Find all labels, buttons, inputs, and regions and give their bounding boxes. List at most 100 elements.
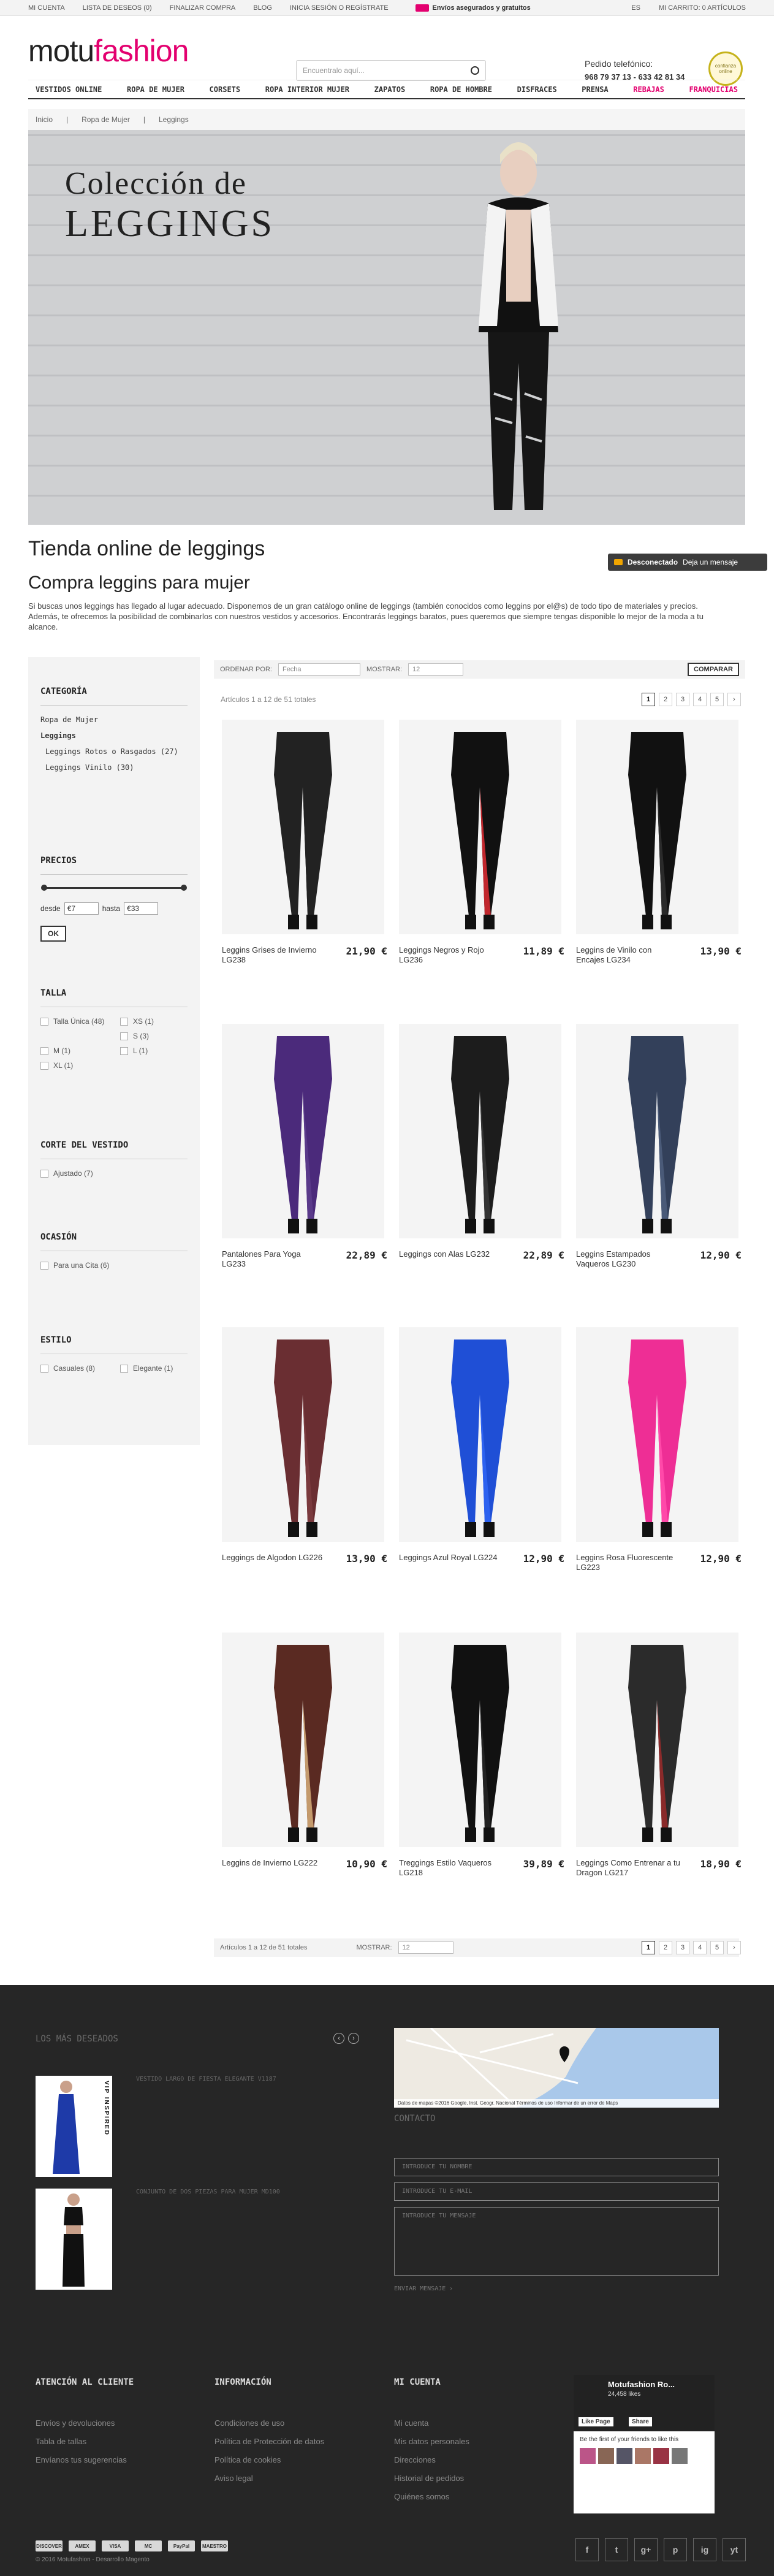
size-option[interactable]: XS (1) — [120, 1017, 188, 1026]
price-slider[interactable] — [41, 885, 187, 891]
search-icon[interactable] — [471, 66, 479, 75]
size-option[interactable]: XL (1) — [40, 1061, 108, 1070]
nav-ropa-mujer[interactable]: ROPA DE MUJER — [127, 85, 184, 94]
wish-item-image[interactable]: VIP INSPIRED — [36, 2076, 112, 2177]
page-link[interactable]: 5 — [710, 693, 724, 706]
logo[interactable]: motufashion — [28, 33, 189, 69]
page-link[interactable]: 2 — [659, 1941, 672, 1954]
product-image[interactable] — [576, 720, 738, 934]
product-image[interactable] — [222, 1024, 384, 1238]
order-select[interactable]: Fecha — [278, 663, 360, 676]
product-name[interactable]: Leggings Negros y Rojo LG236 — [399, 945, 503, 965]
nav-prensa[interactable]: PRENSA — [582, 85, 608, 94]
product-image[interactable] — [399, 1327, 561, 1542]
checkbox[interactable] — [120, 1032, 128, 1040]
checkbox[interactable] — [120, 1047, 128, 1055]
product-card[interactable]: Leggins de Vinilo con Encajes LG234 13,90… — [576, 720, 742, 964]
page-link[interactable]: 3 — [676, 693, 689, 706]
pinterest-icon[interactable]: p — [664, 2538, 687, 2561]
cart-link[interactable]: Mi carrito: 0 artículos — [659, 4, 746, 12]
product-image[interactable] — [399, 720, 561, 934]
cut-option[interactable]: Ajustado (7) — [40, 1169, 188, 1178]
send-message-button[interactable]: Enviar mensaje › — [394, 2285, 453, 2292]
price-min-input[interactable]: €7 — [64, 902, 99, 915]
page-link[interactable]: 1 — [642, 693, 655, 706]
nav-ropa-hombre[interactable]: ROPA DE HOMBRE — [430, 85, 492, 94]
page-link[interactable]: 4 — [693, 693, 707, 706]
product-name[interactable]: Pantalones Para Yoga LG233 — [222, 1249, 326, 1269]
product-card[interactable]: Leggings Negros y Rojo LG236 11,89 € — [399, 720, 564, 964]
next-page-icon[interactable]: › — [727, 1941, 741, 1954]
instagram-icon[interactable]: ig — [693, 2538, 716, 2561]
top-link-wishlist[interactable]: Lista de deseos (0) — [83, 4, 152, 12]
style-option[interactable]: Elegante (1) — [120, 1364, 188, 1373]
checkbox[interactable] — [40, 1047, 48, 1055]
google-plus-icon[interactable]: g+ — [634, 2538, 658, 2561]
checkbox[interactable] — [120, 1018, 128, 1026]
show-select[interactable]: 12 — [408, 663, 464, 676]
checkbox[interactable] — [40, 1170, 48, 1178]
product-card[interactable]: Leggins Rosa Fluorescente LG223 12,90 € — [576, 1327, 742, 1572]
top-link-login[interactable]: Inicia sesión o regístrate — [290, 4, 389, 12]
chat-widget[interactable]: Desconectado Deja un mensaje — [608, 554, 767, 571]
footer-link[interactable]: Mi cuenta — [394, 2414, 469, 2433]
crumb-home[interactable]: Inicio — [36, 115, 53, 124]
size-option[interactable]: Talla Única (48) — [40, 1017, 108, 1026]
product-name[interactable]: Leggins Rosa Fluorescente LG223 — [576, 1553, 680, 1572]
product-name[interactable]: Leggings de Algodon LG226 — [222, 1553, 326, 1563]
facebook-share-button[interactable]: Share — [629, 2417, 652, 2426]
twitter-icon[interactable]: t — [605, 2538, 628, 2561]
product-image[interactable] — [576, 1633, 738, 1847]
search-input[interactable]: Encuentralo aquí... — [296, 60, 486, 81]
checkbox[interactable] — [40, 1018, 48, 1026]
chevron-left-icon[interactable]: ‹ — [333, 2033, 344, 2044]
nav-disfraces[interactable]: DISFRACES — [517, 85, 557, 94]
page-link[interactable]: 1 — [642, 1941, 655, 1954]
contact-message-textarea[interactable]: Introduce tu mensaje — [394, 2207, 719, 2276]
page-link[interactable]: 4 — [693, 1941, 707, 1954]
footer-link[interactable]: Envíos y devoluciones — [36, 2414, 127, 2433]
product-name[interactable]: Leggins de Invierno LG222 — [222, 1858, 326, 1868]
page-link[interactable]: 3 — [676, 1941, 689, 1954]
product-image[interactable] — [576, 1327, 738, 1542]
product-card[interactable]: Leggins Estampados Vaqueros LG230 12,90 € — [576, 1024, 742, 1268]
footer-link[interactable]: Historial de pedidos — [394, 2469, 469, 2488]
footer-link[interactable]: Política de cookies — [214, 2451, 324, 2469]
footer-link[interactable]: Mis datos personales — [394, 2433, 469, 2451]
chevron-right-icon[interactable]: › — [348, 2033, 359, 2044]
footer-link[interactable]: Condiciones de uso — [214, 2414, 324, 2433]
nav-corsets[interactable]: CORSETS — [210, 85, 241, 94]
page-link[interactable]: 2 — [659, 693, 672, 706]
price-max-input[interactable]: €33 — [124, 902, 159, 915]
wish-item-image[interactable] — [36, 2189, 112, 2290]
top-link-checkout[interactable]: Finalizar compra — [170, 4, 236, 12]
show-select-bottom[interactable]: 12 — [398, 1942, 453, 1954]
next-page-icon[interactable]: › — [727, 693, 741, 706]
category-link[interactable]: Leggings Vinilo (30) — [40, 763, 188, 772]
size-option[interactable]: M (1) — [40, 1046, 108, 1055]
product-image[interactable] — [399, 1633, 561, 1847]
footer-link[interactable]: Aviso legal — [214, 2469, 324, 2488]
product-name[interactable]: Leggins Estampados Vaqueros LG230 — [576, 1249, 680, 1269]
product-name[interactable]: Treggings Estilo Vaqueros LG218 — [399, 1858, 503, 1878]
product-card[interactable]: Leggings Como Entrenar a tu Dragon LG217… — [576, 1633, 742, 1877]
product-image[interactable] — [222, 1633, 384, 1847]
size-option[interactable]: S (3) — [120, 1032, 188, 1040]
compare-button[interactable]: COMPARAR — [688, 663, 739, 676]
contact-name-input[interactable]: Introduce tu nombre — [394, 2158, 719, 2176]
product-name[interactable]: Leggings Azul Royal LG224 — [399, 1553, 503, 1563]
style-option[interactable]: Casuales (8) — [40, 1364, 108, 1373]
nav-zapatos[interactable]: ZAPATOS — [374, 85, 406, 94]
category-link-active[interactable]: Leggings — [40, 731, 188, 740]
product-image[interactable] — [399, 1024, 561, 1238]
product-name[interactable]: Leggings Como Entrenar a tu Dragon LG217 — [576, 1858, 680, 1878]
product-name[interactable]: Leggings con Alas LG232 — [399, 1249, 503, 1259]
top-link-blog[interactable]: Blog — [253, 4, 272, 12]
size-option[interactable]: L (1) — [120, 1046, 188, 1055]
facebook-like-button[interactable]: Like Page — [579, 2417, 613, 2426]
category-link[interactable]: Ropa de Mujer — [40, 715, 188, 724]
footer-link[interactable]: Tabla de tallas — [36, 2433, 127, 2451]
checkbox[interactable] — [40, 1365, 48, 1373]
wish-item-name[interactable]: VESTIDO LARGO DE FIESTA ELEGANTE V1187 — [136, 2076, 276, 2083]
product-image[interactable] — [222, 720, 384, 934]
